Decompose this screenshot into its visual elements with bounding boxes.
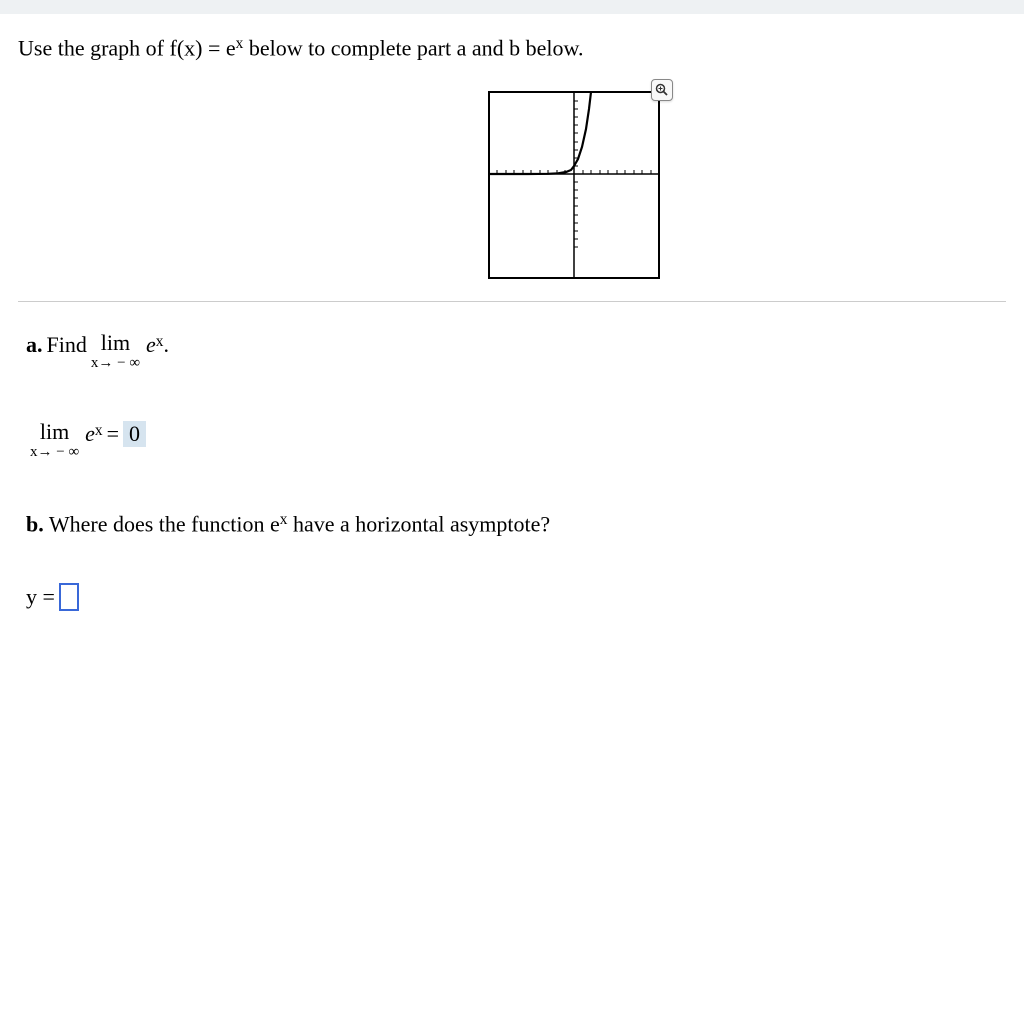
answer-value[interactable]: 0 [123, 421, 146, 447]
period: . [163, 332, 169, 358]
part-b: b. Where does the function ex have a hor… [26, 510, 1006, 537]
y-input[interactable] [59, 583, 79, 611]
part-b-exp: x [280, 511, 288, 528]
content-area: Use the graph of f(x) = ex below to comp… [0, 14, 1024, 631]
func-exp-ans: x [95, 422, 103, 440]
lim-text-ans: lim [40, 421, 69, 443]
part-a: a. Find lim x→ − ∞ ex. lim x→ − ∞ ex = 0 [26, 332, 1006, 460]
func-e-ans: e [85, 421, 95, 447]
part-b-suffix: have a horizontal asymptote? [287, 512, 550, 537]
graph-area [18, 91, 1006, 291]
func-exp: x [156, 333, 164, 351]
y-equals-row: y = [26, 583, 1006, 611]
lim-text: lim [101, 332, 130, 354]
limit-block: lim x→ − ∞ [91, 332, 140, 371]
part-b-label: b. [26, 512, 44, 537]
zoom-icon[interactable] [651, 79, 673, 101]
part-a-label: a. [26, 332, 43, 358]
instruction-suffix: below to complete part a and b below. [243, 35, 583, 60]
instruction-exp: x [236, 35, 244, 52]
lim-approach: x→ − ∞ [91, 356, 140, 371]
part-a-find: Find [47, 332, 87, 358]
part-b-prefix: Where does the function e [49, 512, 280, 537]
func-e: e [146, 332, 156, 358]
y-label: y = [26, 584, 55, 610]
instruction-text: Use the graph of f(x) = ex below to comp… [18, 34, 1006, 61]
lim-approach-ans: x→ − ∞ [30, 445, 79, 460]
part-a-answer: lim x→ − ∞ ex = 0 [26, 421, 1006, 460]
instruction-prefix: Use the graph of f(x) = e [18, 35, 236, 60]
exp-graph [488, 91, 660, 279]
limit-block-ans: lim x→ − ∞ [30, 421, 79, 460]
graph-box [488, 91, 660, 284]
equals: = [107, 421, 119, 447]
top-bar [0, 0, 1024, 14]
part-a-question: a. Find lim x→ − ∞ ex. [26, 332, 1006, 371]
divider [18, 301, 1006, 302]
